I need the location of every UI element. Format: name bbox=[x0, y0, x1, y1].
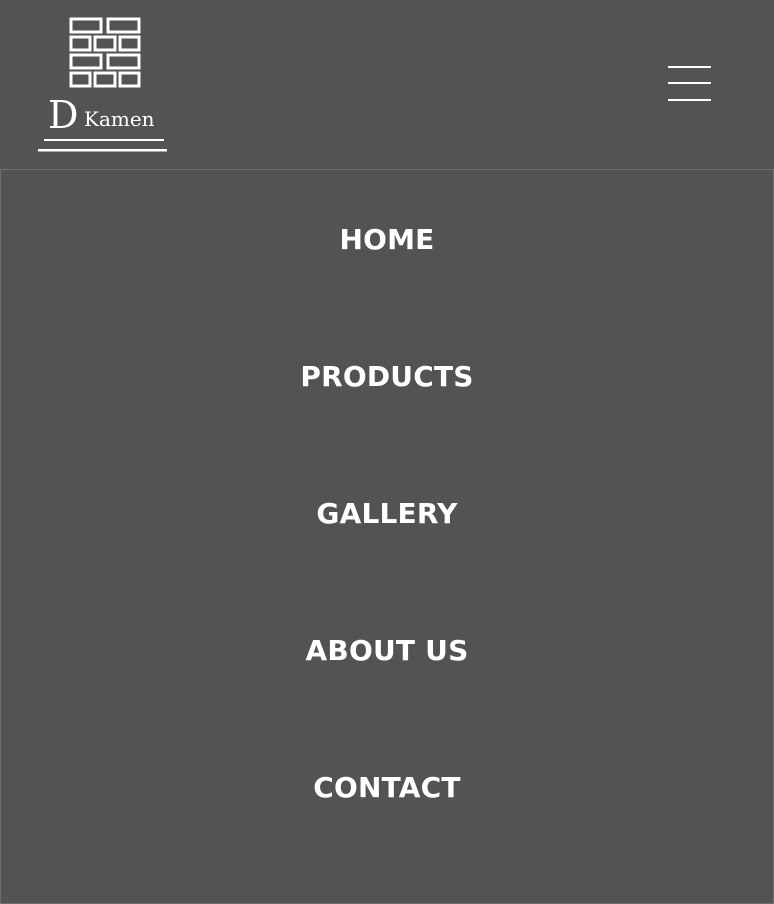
site-header: D Kamen bbox=[0, 0, 774, 169]
brand-initial: D bbox=[48, 93, 78, 137]
menu-bar-bottom bbox=[668, 99, 711, 101]
menu-bar-top bbox=[668, 66, 711, 68]
brick-wall-logo-icon: D Kamen bbox=[38, 17, 167, 152]
nav-item-gallery[interactable]: GALLERY bbox=[1, 484, 773, 544]
nav-item-about-us[interactable]: ABOUT US bbox=[1, 621, 773, 681]
menu-bar-middle bbox=[668, 82, 711, 84]
brand-name: Kamen bbox=[84, 107, 155, 131]
brand-logo[interactable]: D Kamen bbox=[36, 14, 170, 156]
hamburger-menu-icon[interactable] bbox=[664, 62, 714, 106]
nav-item-home[interactable]: HOME bbox=[1, 210, 773, 270]
nav-item-contact[interactable]: CONTACT bbox=[1, 758, 773, 818]
nav-item-products[interactable]: PRODUCTS bbox=[1, 347, 773, 407]
nav-menu-panel: HOME PRODUCTS GALLERY ABOUT US CONTACT bbox=[0, 169, 774, 904]
